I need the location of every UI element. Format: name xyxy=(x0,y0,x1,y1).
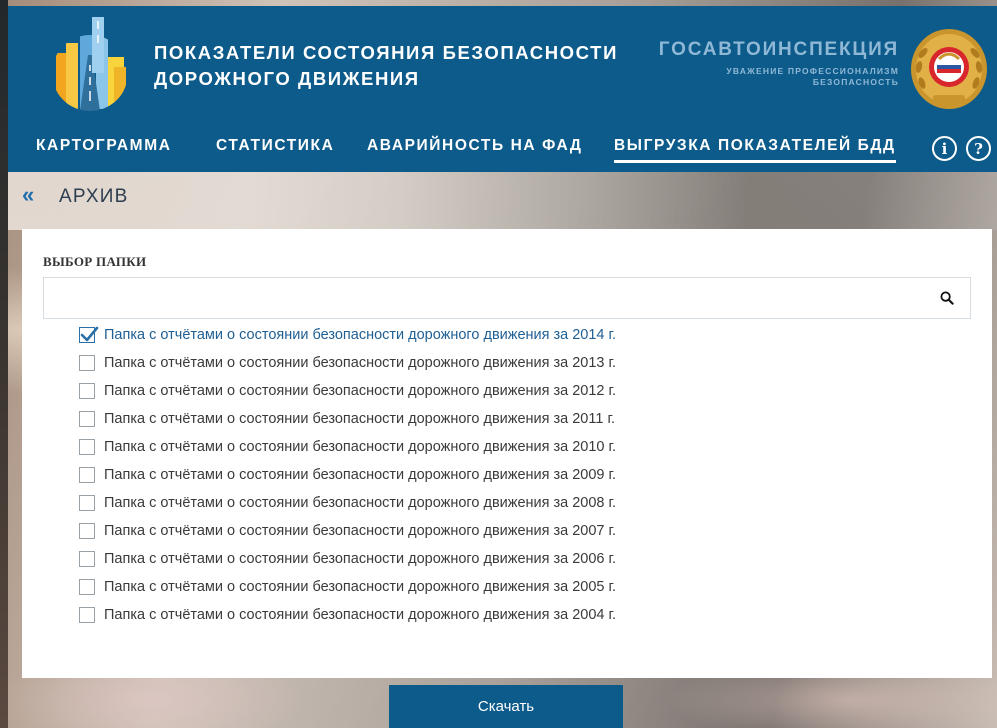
checkbox[interactable] xyxy=(79,523,95,539)
folder-item[interactable]: Папка с отчётами о состоянии безопасност… xyxy=(79,377,616,405)
checkbox[interactable] xyxy=(79,411,95,427)
folder-item[interactable]: Папка с отчётами о состоянии безопасност… xyxy=(79,517,616,545)
nav-item-vygruzka-bdd[interactable]: ВЫГРУЗКА ПОКАЗАТЕЛЕЙ БДД xyxy=(614,137,896,163)
background-band xyxy=(0,170,997,230)
brand-slogan-line2: БЕЗОПАСНОСТЬ xyxy=(812,77,899,87)
brand-slogan-line1: УВАЖЕНИЕ ПРОФЕССИОНАЛИЗМ xyxy=(726,66,899,76)
site-header: ПОКАЗАТЕЛИ СОСТОЯНИЯ БЕЗОПАСНОСТИ ДОРОЖН… xyxy=(8,6,997,172)
folder-item[interactable]: Папка с отчётами о состоянии безопасност… xyxy=(79,433,616,461)
site-title-line1: ПОКАЗАТЕЛИ СОСТОЯНИЯ БЕЗОПАСНОСТИ xyxy=(154,42,618,63)
brand-slogan: УВАЖЕНИЕ ПРОФЕССИОНАЛИЗМ БЕЗОПАСНОСТЬ xyxy=(659,66,899,88)
nav-item-avariynost-fad[interactable]: АВАРИЙНОСТЬ НА ФАД xyxy=(367,137,583,155)
folder-item-label: Папка с отчётами о состоянии безопасност… xyxy=(104,355,617,371)
folder-item-label: Папка с отчётами о состоянии безопасност… xyxy=(104,551,617,567)
city-road-logo-icon[interactable] xyxy=(50,15,130,113)
folder-item-label: Папка с отчётами о состоянии безопасност… xyxy=(104,467,617,483)
checkbox[interactable] xyxy=(79,551,95,567)
nav-item-statistika[interactable]: СТАТИСТИКА xyxy=(216,137,334,155)
folder-item-label: Папка с отчётами о состоянии безопасност… xyxy=(104,439,617,455)
folder-list: Папка с отчётами о состоянии безопасност… xyxy=(79,321,616,629)
checkbox-checked[interactable] xyxy=(79,326,99,343)
folder-item-label: Папка с отчётами о состоянии безопасност… xyxy=(104,523,617,539)
folder-item-label: Папка с отчётами о состоянии безопасност… xyxy=(104,411,615,427)
checkbox[interactable] xyxy=(79,355,95,371)
folder-item[interactable]: Папка с отчётами о состоянии безопасност… xyxy=(79,573,616,601)
checkbox[interactable] xyxy=(79,467,95,483)
folder-item-label: Папка с отчётами о состоянии безопасност… xyxy=(104,495,617,511)
back-chevron-icon[interactable]: « xyxy=(22,183,34,207)
folder-item-label: Папка с отчётами о состоянии безопасност… xyxy=(104,383,617,399)
site-title: ПОКАЗАТЕЛИ СОСТОЯНИЯ БЕЗОПАСНОСТИ ДОРОЖН… xyxy=(154,40,634,92)
gai-emblem-icon xyxy=(909,23,989,111)
search-icon[interactable] xyxy=(940,291,954,305)
checkbox[interactable] xyxy=(79,607,95,623)
breadcrumb-archive: АРХИВ xyxy=(59,186,129,207)
info-icon[interactable]: i xyxy=(932,136,957,161)
search-input[interactable] xyxy=(44,278,924,318)
checkbox[interactable] xyxy=(79,579,95,595)
checkbox[interactable] xyxy=(79,383,95,399)
folder-item[interactable]: Папка с отчётами о состоянии безопасност… xyxy=(79,349,616,377)
folder-item-label: Папка с отчётами о состоянии безопасност… xyxy=(104,579,617,595)
folder-item[interactable]: Папка с отчётами о состоянии безопасност… xyxy=(79,489,616,517)
download-button[interactable]: Скачать xyxy=(389,685,623,728)
main-nav: КАРТОГРАММА СТАТИСТИКА АВАРИЙНОСТЬ НА ФА… xyxy=(8,134,997,172)
panel-title: ВЫБОР ПАПКИ xyxy=(43,254,147,269)
folder-select-panel: ВЫБОР ПАПКИ Папка с отчётами о состоянии… xyxy=(22,229,992,678)
folder-item[interactable]: Папка с отчётами о состоянии безопасност… xyxy=(79,461,616,489)
brand-name: ГОСАВТОИНСПЕКЦИЯ xyxy=(658,39,899,60)
help-icon[interactable]: ? xyxy=(966,136,991,161)
site-title-line2: ДОРОЖНОГО ДВИЖЕНИЯ xyxy=(154,68,420,89)
left-edge xyxy=(0,0,8,728)
folder-item[interactable]: Папка с отчётами о состоянии безопасност… xyxy=(79,601,616,629)
folder-item-label: Папка с отчётами о состоянии безопасност… xyxy=(104,327,617,343)
nav-item-kartogramma[interactable]: КАРТОГРАММА xyxy=(36,137,172,155)
folder-item[interactable]: Папка с отчётами о состоянии безопасност… xyxy=(79,405,616,433)
folder-item[interactable]: Папка с отчётами о состоянии безопасност… xyxy=(79,321,616,349)
folder-item[interactable]: Папка с отчётами о состоянии безопасност… xyxy=(79,545,616,573)
checkbox[interactable] xyxy=(79,495,95,511)
search-box xyxy=(43,277,971,319)
folder-item-label: Папка с отчётами о состоянии безопасност… xyxy=(104,607,617,623)
brand-block: ГОСАВТОИНСПЕКЦИЯ УВАЖЕНИЕ ПРОФЕССИОНАЛИЗ… xyxy=(659,39,899,88)
checkbox[interactable] xyxy=(79,439,95,455)
